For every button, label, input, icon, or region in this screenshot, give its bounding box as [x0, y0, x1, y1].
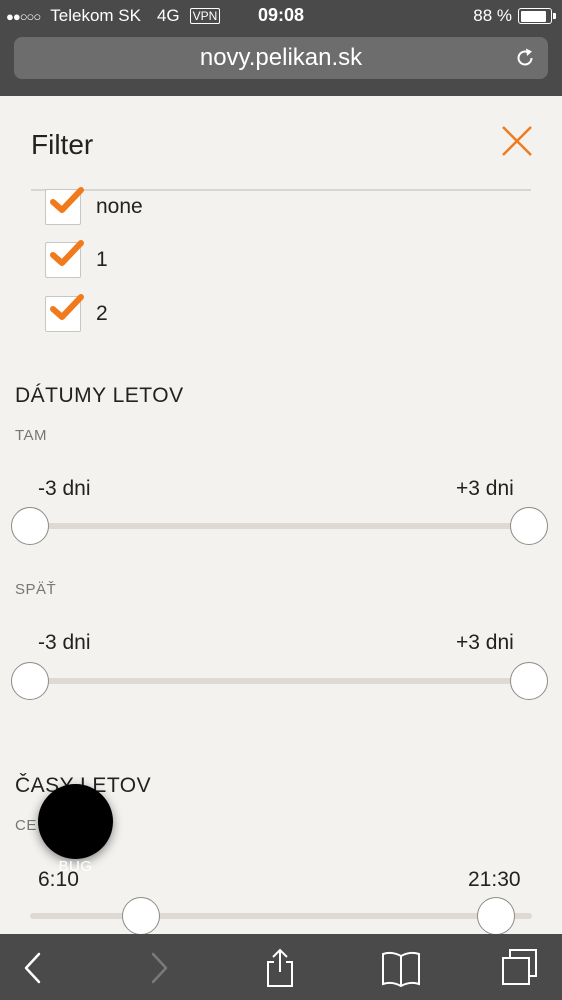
browser-top-bar: ●●○○○ Telekom SK 4G VPN 09:08 88 % novy.…	[0, 0, 562, 96]
checkbox[interactable]	[45, 294, 84, 332]
checkmark-icon	[50, 240, 84, 266]
stops-option-none[interactable]: none	[45, 187, 143, 225]
return-slider-track[interactable]	[30, 678, 530, 684]
checkbox[interactable]	[45, 187, 84, 225]
battery-fill	[520, 10, 547, 22]
forward-icon[interactable]	[138, 948, 178, 988]
outbound-label: TAM	[15, 427, 48, 444]
bug-report-label: BUG	[58, 858, 93, 875]
tabs-icon[interactable]	[500, 948, 540, 988]
stops-option-label: 2	[96, 302, 108, 325]
outbound-min-label: -3 dni	[38, 477, 91, 500]
return-slider-min-handle[interactable]	[11, 662, 49, 700]
bookmarks-icon[interactable]	[381, 948, 421, 988]
filter-title: Filter	[31, 129, 94, 160]
outbound-slider-min-handle[interactable]	[11, 507, 49, 545]
flight-dates-title: DÁTUMY LETOV	[15, 384, 184, 407]
bug-report-button[interactable]	[38, 784, 113, 859]
outbound-max-label: +3 dni	[456, 477, 514, 500]
return-min-label: -3 dni	[38, 631, 91, 654]
return-label: SPÄŤ	[15, 581, 57, 598]
browser-toolbar	[0, 934, 562, 1000]
back-icon[interactable]	[14, 948, 54, 988]
status-right: 88 %	[473, 6, 556, 26]
outbound-slider-track[interactable]	[30, 523, 530, 529]
outbound-slider-max-handle[interactable]	[510, 507, 548, 545]
status-bar: ●●○○○ Telekom SK 4G VPN 09:08 88 %	[0, 0, 562, 32]
close-icon[interactable]	[500, 124, 534, 158]
flight-times-sub-label: CE	[15, 817, 37, 834]
battery-icon	[518, 8, 556, 24]
stops-option-label: 1	[96, 248, 108, 271]
share-icon[interactable]	[260, 948, 300, 988]
stops-option-1[interactable]: 1	[45, 240, 108, 278]
return-max-label: +3 dni	[456, 631, 514, 654]
return-slider-max-handle[interactable]	[510, 662, 548, 700]
filter-header: Filter	[0, 96, 562, 190]
times-slider-min-handle[interactable]	[122, 897, 160, 935]
times-max-label: 21:30	[468, 868, 521, 891]
reload-icon[interactable]	[514, 47, 536, 69]
times-slider-track[interactable]	[30, 913, 532, 919]
times-slider-max-handle[interactable]	[477, 897, 515, 935]
url-text: novy.pelikan.sk	[199, 44, 363, 71]
checkmark-icon	[50, 294, 84, 320]
checkbox[interactable]	[45, 240, 84, 278]
stops-option-label: none	[96, 195, 143, 218]
address-bar[interactable]: novy.pelikan.sk	[14, 37, 548, 79]
stops-option-2[interactable]: 2	[45, 294, 108, 332]
checkmark-icon	[50, 187, 84, 213]
battery-percent: 88 %	[473, 6, 512, 25]
